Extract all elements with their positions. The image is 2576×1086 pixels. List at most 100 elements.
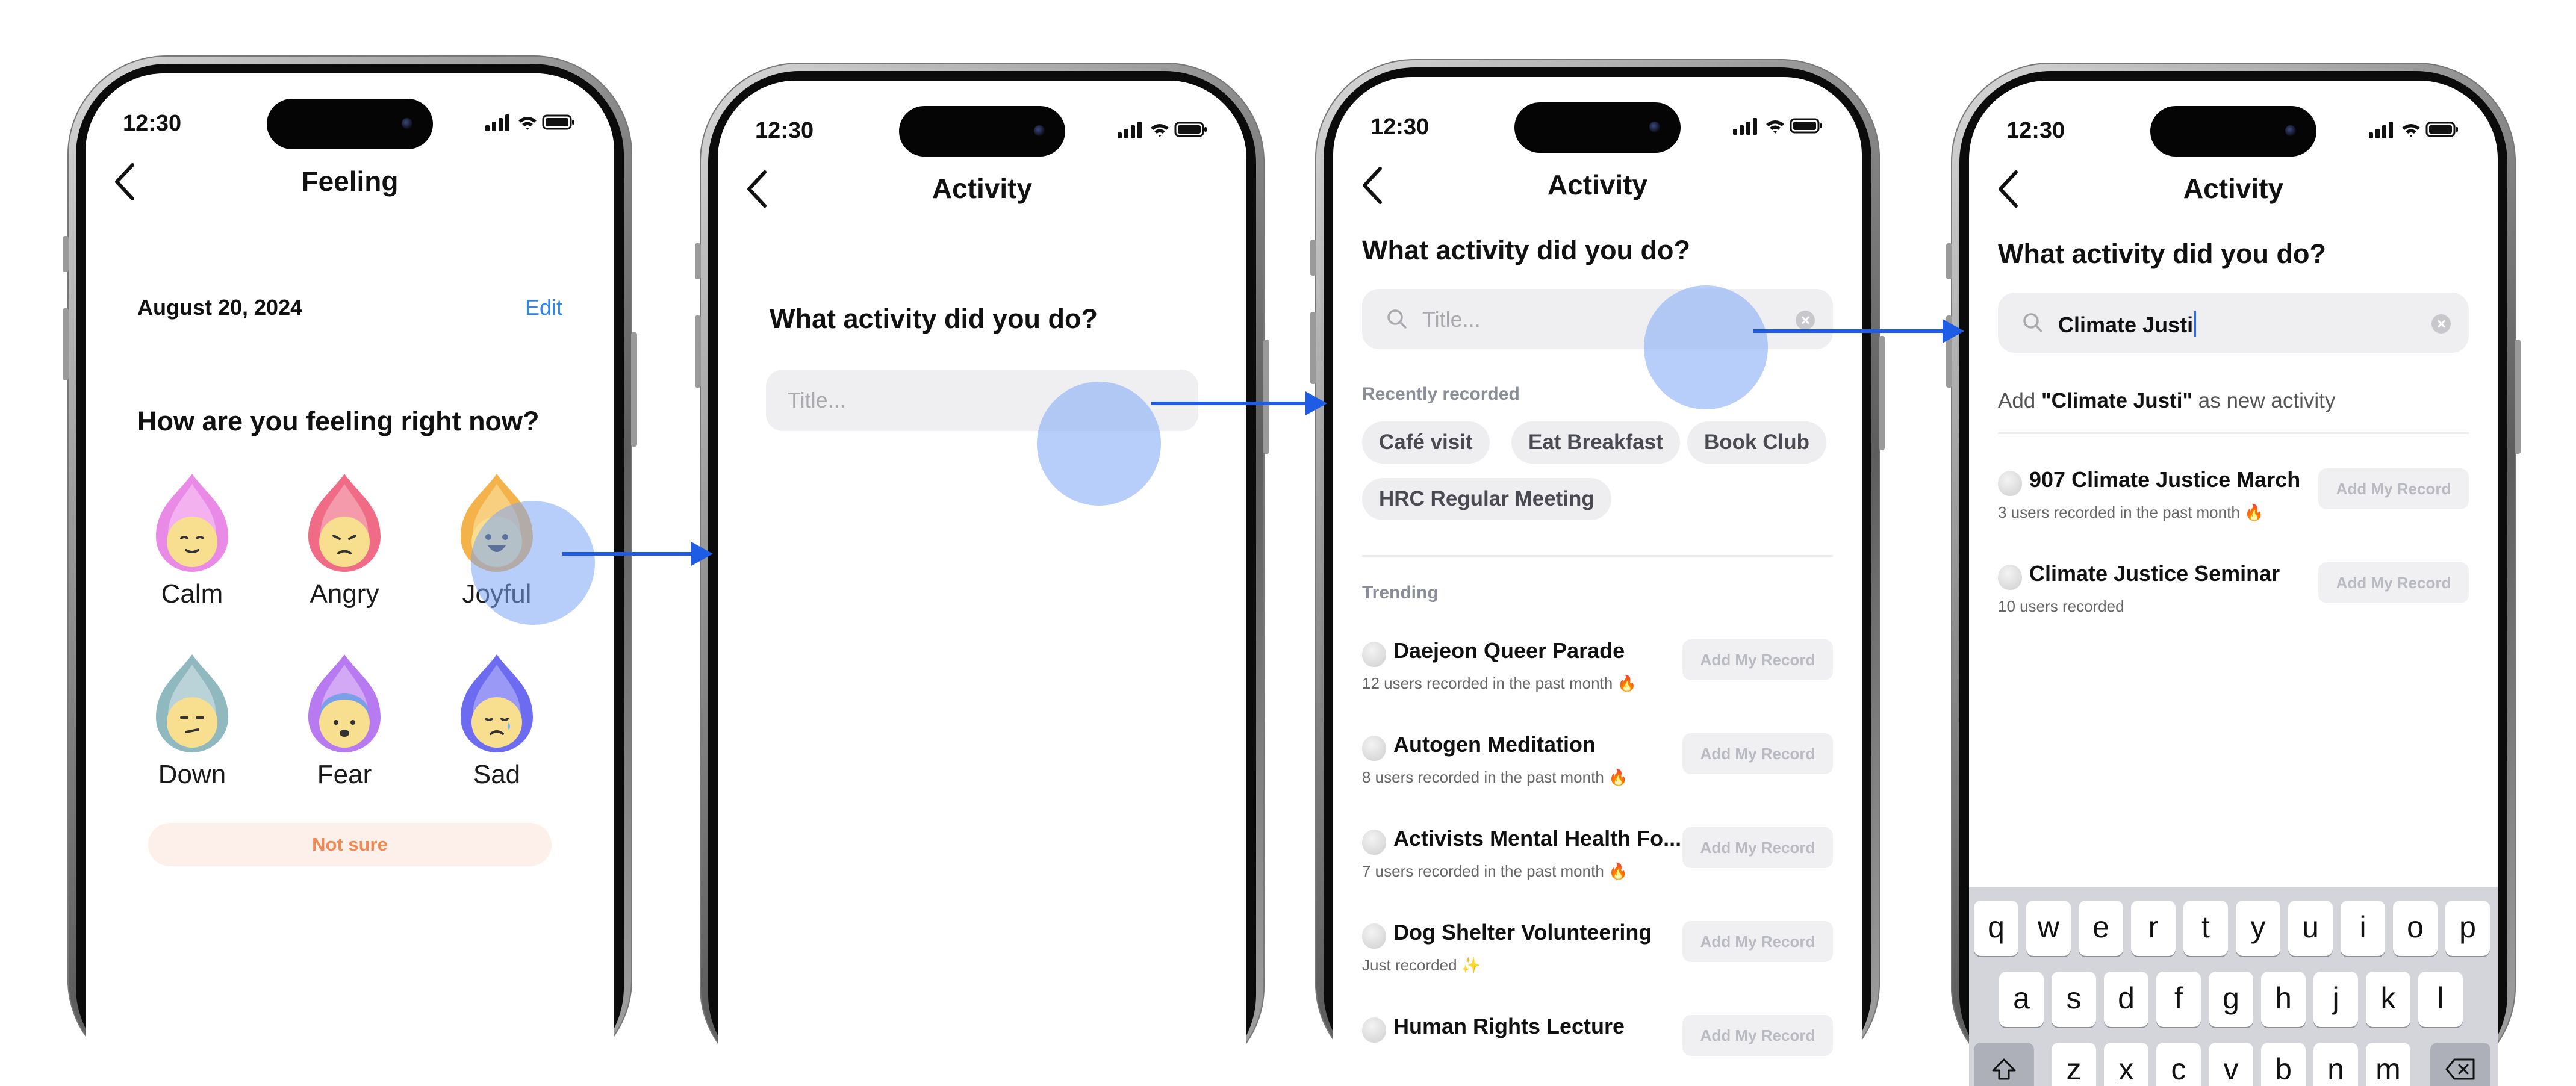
- activity-meta: 10 users recorded: [1998, 597, 2124, 615]
- activity-question: What activity did you do?: [1362, 235, 1691, 265]
- activity-icon: [1362, 642, 1386, 667]
- title-placeholder: Title...: [788, 388, 846, 412]
- add-record-button[interactable]: Add My Record: [1682, 827, 1833, 868]
- emotion-angry[interactable]: Angry: [293, 471, 396, 609]
- recent-chip[interactable]: HRC Regular Meeting: [1362, 478, 1611, 520]
- activity-name: Dog Shelter Volunteering: [1393, 920, 1652, 945]
- key-p[interactable]: p: [2445, 901, 2490, 956]
- trending-heading: Trending: [1362, 583, 1439, 603]
- activity-meta: 8 users recorded in the past month 🔥: [1362, 768, 1628, 786]
- add-record-button[interactable]: Add My Record: [2318, 562, 2469, 603]
- key-q[interactable]: q: [1974, 901, 2018, 956]
- search-placeholder: Title...: [1422, 307, 1481, 332]
- recent-chip[interactable]: Book Club: [1687, 421, 1826, 464]
- backspace-icon: [2445, 1058, 2475, 1080]
- flow-arrow: [1753, 319, 1964, 343]
- status-icons: [1118, 122, 1207, 138]
- list-item[interactable]: Daejeon Queer Parade 12 users recorded i…: [1362, 631, 1833, 715]
- page-title: Feeling: [301, 166, 399, 197]
- status-time: 12:30: [2006, 118, 2065, 143]
- status-time: 12:30: [1370, 114, 1430, 140]
- screen-feeling: 12:30 Feeling August 20, 2024 Edit How a…: [86, 73, 614, 1079]
- add-record-button[interactable]: Add My Record: [1682, 639, 1833, 680]
- list-item[interactable]: Autogen Meditation 8 users recorded in t…: [1362, 725, 1833, 809]
- key-s[interactable]: s: [2052, 972, 2096, 1027]
- emotion-calm[interactable]: Calm: [141, 471, 243, 609]
- key-c[interactable]: c: [2156, 1043, 2201, 1086]
- key-t[interactable]: t: [2183, 901, 2228, 956]
- text-cursor: [2194, 311, 2197, 337]
- key-u[interactable]: u: [2288, 901, 2333, 956]
- activity-icon: [1998, 471, 2022, 496]
- key-h[interactable]: h: [2261, 972, 2306, 1027]
- add-record-button[interactable]: Add My Record: [1682, 733, 1833, 774]
- flow-arrow: [1151, 391, 1327, 415]
- phone-frame-feeling: 12:30 Feeling August 20, 2024 Edit How a…: [63, 55, 637, 1079]
- emotion-sad[interactable]: Sad: [446, 651, 548, 790]
- key-l[interactable]: l: [2418, 972, 2463, 1027]
- add-record-button[interactable]: Add My Record: [1682, 921, 1833, 962]
- volume-button: [695, 315, 701, 388]
- down-face-icon: [156, 654, 228, 752]
- clear-icon[interactable]: [2431, 314, 2451, 334]
- key-a[interactable]: a: [1999, 972, 2044, 1027]
- key-j[interactable]: j: [2313, 972, 2358, 1027]
- status-icons: [2369, 122, 2458, 138]
- phone-frame-activity-empty: 12:30 Activity What activity did you do?…: [695, 63, 1269, 1086]
- activity-question: What activity did you do?: [1998, 238, 2327, 269]
- feeling-card: How are you feeling right now? Calm Angr…: [111, 374, 589, 892]
- key-n[interactable]: n: [2313, 1043, 2358, 1086]
- key-d[interactable]: d: [2104, 972, 2148, 1027]
- key-x[interactable]: x: [2104, 1043, 2148, 1086]
- edit-link[interactable]: Edit: [525, 295, 562, 320]
- add-record-button[interactable]: Add My Record: [2318, 468, 2469, 509]
- date-text: August 20, 2024: [137, 295, 303, 320]
- key-f[interactable]: f: [2156, 972, 2201, 1027]
- list-item[interactable]: Climate Justice Seminar 10 users recorde…: [1998, 554, 2469, 638]
- emotion-fear[interactable]: Fear: [293, 651, 396, 790]
- key-e[interactable]: e: [2079, 901, 2123, 956]
- screen-activity-list: 12:30 Activity What activity did you do?…: [1333, 77, 1862, 1082]
- list-item[interactable]: Dog Shelter Volunteering Just recorded ✨…: [1362, 913, 1833, 997]
- list-item[interactable]: Activists Mental Health Fo... 7 users re…: [1362, 819, 1833, 903]
- search-value: Climate Justi: [2058, 311, 2197, 338]
- angry-face-icon: [308, 474, 381, 572]
- delete-key[interactable]: [2430, 1043, 2490, 1086]
- recent-chip[interactable]: Café visit: [1362, 421, 1490, 464]
- key-m[interactable]: m: [2366, 1043, 2410, 1086]
- clear-icon[interactable]: [1796, 311, 1815, 330]
- not-sure-button[interactable]: Not sure: [148, 823, 552, 866]
- key-g[interactable]: g: [2209, 972, 2253, 1027]
- recent-heading: Recently recorded: [1362, 384, 1520, 404]
- key-o[interactable]: o: [2393, 901, 2438, 956]
- key-v[interactable]: v: [2209, 1043, 2253, 1086]
- page-title: Activity: [932, 173, 1033, 204]
- activity-icon: [1998, 565, 2022, 590]
- key-r[interactable]: r: [2131, 901, 2176, 956]
- list-item[interactable]: 907 Climate Justice March 3 users record…: [1998, 460, 2469, 544]
- key-b[interactable]: b: [2261, 1043, 2306, 1086]
- divider: [1998, 432, 2469, 434]
- status-icons: [1733, 118, 1822, 135]
- key-y[interactable]: y: [2236, 901, 2280, 956]
- status-time: 12:30: [755, 118, 814, 143]
- side-button: [1310, 240, 1316, 276]
- shift-key[interactable]: [1974, 1043, 2034, 1086]
- dynamic-island: [899, 106, 1065, 157]
- emotion-down[interactable]: Down: [141, 651, 243, 790]
- power-button: [1879, 336, 1885, 450]
- key-z[interactable]: z: [2052, 1043, 2096, 1086]
- list-item[interactable]: Human Rights Lecture Add My Record: [1362, 1007, 1833, 1082]
- add-record-button[interactable]: Add My Record: [1682, 1015, 1833, 1056]
- sad-face-icon: [461, 654, 533, 752]
- volume-button: [1310, 312, 1316, 384]
- status-time: 12:30: [123, 111, 182, 136]
- key-k[interactable]: k: [2366, 972, 2410, 1027]
- add-new-activity[interactable]: Add "Climate Justi" as new activity: [1998, 389, 2335, 413]
- activity-icon: [1362, 830, 1386, 855]
- touch-indicator: [471, 501, 595, 625]
- recent-chip[interactable]: Eat Breakfast: [1511, 421, 1680, 464]
- search-input[interactable]: Climate Justi: [1998, 293, 2469, 353]
- key-i[interactable]: i: [2341, 901, 2385, 956]
- key-w[interactable]: w: [2026, 901, 2071, 956]
